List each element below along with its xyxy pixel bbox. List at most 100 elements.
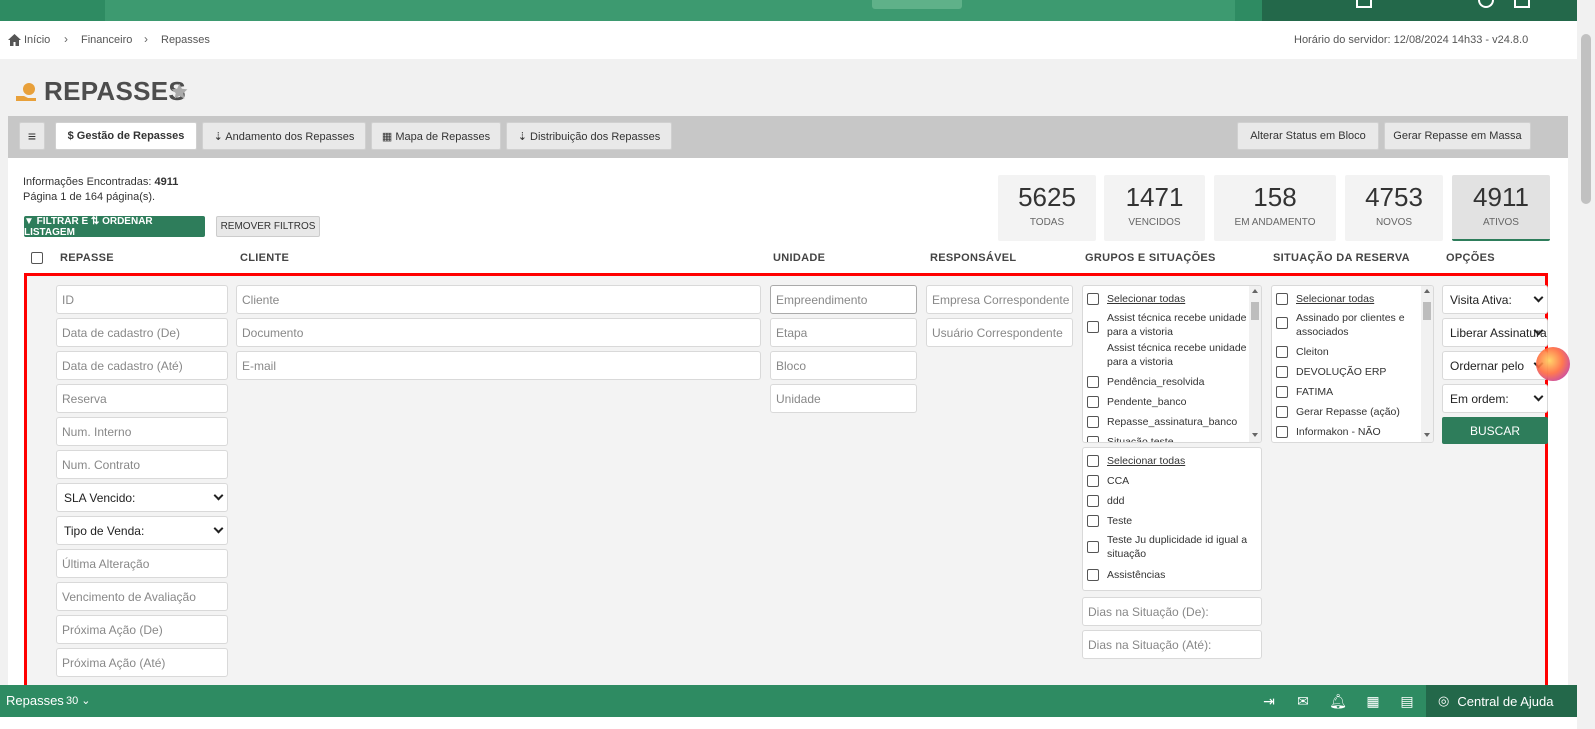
documento-field[interactable]: Documento [236, 318, 761, 347]
date-from-field[interactable]: Data de cadastro (De) [56, 318, 228, 347]
export-icon[interactable]: ⇥ [1260, 692, 1278, 710]
usuario-field[interactable]: Usuário Correspondente [926, 318, 1073, 347]
user-icon[interactable] [1356, 0, 1372, 8]
bulk-status-button[interactable]: Alterar Status em Bloco [1237, 122, 1379, 150]
scrollbar[interactable] [1249, 286, 1261, 442]
list-item[interactable]: Assistências [1087, 568, 1165, 582]
select-all-checkbox[interactable] [31, 252, 43, 264]
list-item[interactable]: Teste Ju duplicidade id igual a situação [1087, 533, 1259, 561]
grupos-listbox-2[interactable]: Selecionar todas CCA ddd Teste Teste Ju … [1082, 447, 1262, 591]
breadcrumb-financeiro[interactable]: Financeiro [81, 34, 132, 46]
page-size-select[interactable]: 30 ⌄ [66, 694, 91, 707]
scrollbar[interactable] [1421, 286, 1433, 442]
list-item[interactable]: Repasse_assinatura_banco [1087, 415, 1237, 429]
col-responsavel[interactable]: RESPONSÁVEL [930, 252, 1016, 264]
checkbox[interactable] [1087, 455, 1099, 467]
list-item[interactable]: DEVOLUÇÃO ERP [1276, 365, 1386, 379]
list-item[interactable]: Assist técnica recebe unidade para a vis… [1087, 341, 1247, 369]
checkbox[interactable] [1087, 293, 1099, 305]
col-grupos[interactable]: GRUPOS E SITUAÇÕES [1085, 252, 1216, 264]
cliente-field[interactable]: Cliente [236, 285, 761, 314]
checkbox[interactable] [1276, 366, 1288, 378]
ultima-alteracao-field[interactable]: Última Alteração [56, 549, 228, 578]
menu-button[interactable]: ≡ [19, 122, 45, 150]
top-navbar-button[interactable] [872, 0, 962, 9]
dias-ate-field[interactable]: Dias na Situação (Até): [1082, 630, 1262, 659]
bloco-field[interactable]: Bloco [770, 351, 917, 380]
list-item[interactable]: Selecionar todas [1087, 292, 1185, 306]
list-item[interactable]: CCA [1087, 474, 1129, 488]
list-item[interactable]: Selecionar todas [1276, 292, 1374, 306]
breadcrumb-repasses[interactable]: Repasses [161, 34, 210, 46]
unidade-field[interactable]: Unidade [770, 384, 917, 413]
stat-ativos[interactable]: 4911 ATIVOS [1452, 175, 1550, 241]
page-scrollbar[interactable] [1577, 0, 1595, 729]
col-unidade[interactable]: UNIDADE [773, 252, 825, 264]
help-center-button[interactable]: ◎ Central de Ajuda [1426, 685, 1577, 717]
col-situacao[interactable]: SITUAÇÃO DA RESERVA [1273, 252, 1410, 264]
proxima-acao-de-field[interactable]: Próxima Ação (De) [56, 615, 228, 644]
list-item[interactable]: Informakon - NÃO [1276, 425, 1381, 439]
sla-select[interactable]: SLA Vencido: [56, 483, 228, 512]
list-item[interactable]: Gerar Repasse (ação) [1276, 405, 1400, 419]
calendar-icon[interactable]: ▦ [1364, 692, 1382, 710]
checkbox[interactable] [1087, 515, 1099, 527]
tab-andamento[interactable]: ⇣ Andamento dos Repasses [202, 122, 366, 150]
stat-novos[interactable]: 4753 NOVOS [1345, 175, 1443, 241]
mail-star-icon[interactable]: ✉ [1294, 692, 1312, 710]
situacao-listbox[interactable]: Selecionar todas Assinado por clientes e… [1271, 285, 1434, 443]
checkbox[interactable] [1087, 541, 1099, 553]
list-item[interactable]: Situação teste [1087, 435, 1174, 442]
checkbox[interactable] [1276, 386, 1288, 398]
checkbox[interactable] [1087, 376, 1099, 388]
stat-andamento[interactable]: 158 EM ANDAMENTO [1214, 175, 1336, 241]
checkbox[interactable] [1087, 396, 1099, 408]
checkbox[interactable] [1276, 293, 1288, 305]
col-repasse[interactable]: REPASSE [60, 252, 114, 264]
list-item[interactable]: Assinado por clientes e associados [1276, 311, 1421, 339]
list-item[interactable]: ddd [1087, 494, 1125, 508]
list-item[interactable]: Teste [1087, 514, 1132, 528]
tab-gestao[interactable]: $ Gestão de Repasses [55, 122, 197, 150]
checkbox[interactable] [1087, 436, 1099, 442]
breadcrumb-home[interactable]: Início [24, 34, 50, 46]
checkbox[interactable] [1087, 416, 1099, 428]
empresa-field[interactable]: Empresa Correspondente [926, 285, 1073, 314]
stat-vencidos[interactable]: 1471 VENCIDOS [1104, 175, 1205, 241]
email-field[interactable]: E-mail [236, 351, 761, 380]
assistant-orb-icon[interactable] [1536, 347, 1570, 381]
ordenar-select[interactable]: Ordernar pelo [1442, 351, 1548, 380]
checkbox[interactable] [1087, 475, 1099, 487]
col-cliente[interactable]: CLIENTE [240, 252, 289, 264]
reserva-field[interactable]: Reserva [56, 384, 228, 413]
stat-todas[interactable]: 5625 TODAS [998, 175, 1096, 241]
tipo-venda-select[interactable]: Tipo de Venda: [56, 516, 228, 545]
checkbox[interactable] [1276, 317, 1288, 329]
etapa-field[interactable]: Etapa [770, 318, 917, 347]
liberar-assinatura-select[interactable]: Liberar Assinatura [1442, 318, 1548, 347]
num-interno-field[interactable]: Num. Interno [56, 417, 228, 446]
checkbox[interactable] [1276, 406, 1288, 418]
star-icon[interactable] [170, 82, 189, 101]
list-item[interactable]: Cleiton [1276, 345, 1329, 359]
date-to-field[interactable]: Data de cadastro (Até) [56, 351, 228, 380]
proxima-acao-ate-field[interactable]: Próxima Ação (Até) [56, 648, 228, 677]
em-ordem-select[interactable]: Em ordem: [1442, 384, 1548, 413]
bottom-repasses-label[interactable]: Repasses [6, 693, 64, 708]
list-item[interactable]: FATIMA [1276, 385, 1333, 399]
checkbox[interactable] [1276, 426, 1288, 438]
num-contrato-field[interactable]: Num. Contrato [56, 450, 228, 479]
vencimento-field[interactable]: Vencimento de Avaliação [56, 582, 228, 611]
filter-button[interactable]: ▼ FILTRAR E ⇅ ORDENAR LISTAGEM [24, 216, 205, 238]
bulk-generate-button[interactable]: Gerar Repasse em Massa [1384, 122, 1531, 150]
visita-ativa-select[interactable]: Visita Ativa: [1442, 285, 1548, 314]
checkbox[interactable] [1087, 321, 1099, 333]
logout-icon[interactable] [1514, 0, 1530, 8]
list-item[interactable]: Selecionar todas [1087, 454, 1185, 468]
remove-filters-button[interactable]: REMOVER FILTROS [216, 216, 320, 237]
list-item[interactable]: Assist técnica recebe unidade para a vis… [1087, 311, 1247, 339]
list-item[interactable]: Pendente_banco [1087, 395, 1186, 409]
empreendimento-field[interactable]: Empreendimento [770, 285, 917, 314]
dias-de-field[interactable]: Dias na Situação (De): [1082, 597, 1262, 626]
bell-icon[interactable]: 🔔︎ [1329, 692, 1347, 710]
